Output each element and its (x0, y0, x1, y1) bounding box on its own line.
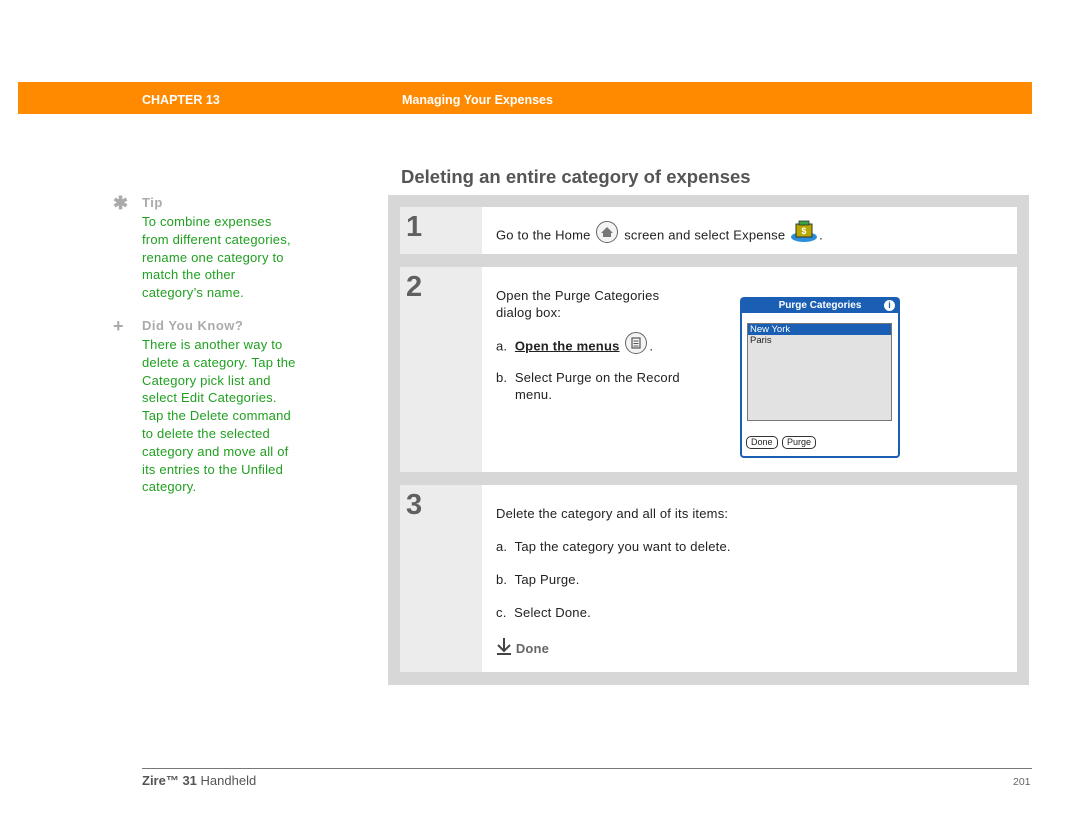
dyk-line: Category pick list and (142, 372, 271, 388)
done-label: Done (515, 640, 550, 656)
substep-c: c. Select Done. (496, 605, 591, 620)
step-number-box: 3 (400, 485, 482, 672)
home-icon (596, 221, 619, 243)
product-name: Zire™ 31 (142, 773, 197, 788)
substep-b: b. Select Purge on the Record (496, 370, 680, 385)
step-text: menu. (515, 387, 553, 402)
tip-line: category’s name. (142, 285, 244, 301)
step-number-box: 2 (400, 267, 482, 472)
did-you-know-body: There is another way to delete a categor… (113, 336, 313, 496)
substep-prefix: a. (496, 338, 508, 354)
dialog-title: Purge Categories (778, 300, 862, 311)
tip-body: To combine expenses from different categ… (113, 213, 313, 302)
step-3-content: Delete the category and all of its items… (496, 506, 996, 666)
dyk-line: category and move all of (142, 443, 289, 459)
dyk-line: its entries to the Unfiled (142, 461, 284, 477)
category-item-new-york[interactable]: New York (748, 324, 891, 335)
dyk-line: select Edit Categories. (142, 390, 277, 406)
svg-text:$: $ (802, 226, 807, 236)
step-text: dialog box: (496, 305, 562, 320)
footer-product: Zire™ 31 Handheld (142, 773, 256, 788)
substep-prefix: c. (496, 605, 507, 620)
tip-box: ✱ Tip To combine expenses from different… (113, 193, 313, 302)
dialog-title-bar: Purge Categories i (742, 299, 898, 313)
arrow-down-icon (496, 637, 512, 658)
asterisk-icon: ✱ (113, 193, 129, 213)
tip-heading: ✱ Tip (113, 193, 313, 213)
tip-line: from different categories, (142, 231, 291, 247)
dyk-line: There is another way to (142, 337, 283, 352)
step-1: 1 Go to the Home screen and select Expen… (400, 207, 1017, 254)
step-text: Delete the category and all of its items… (496, 506, 729, 521)
step-text: Select Done. (514, 605, 591, 620)
plus-icon: + (113, 316, 125, 336)
product-suffix: Handheld (196, 773, 257, 788)
substep-a: a. Tap the category you want to delete. (496, 539, 731, 554)
tip-line: match the other (142, 267, 236, 283)
step-text: Tap Purge. (514, 572, 580, 587)
tip-line: rename one category to (142, 249, 284, 265)
chapter-title: Managing Your Expenses (402, 93, 553, 107)
step-number: 3 (406, 489, 423, 521)
dyk-line: delete a category. Tap the (142, 354, 296, 370)
dyk-line: category. (142, 479, 197, 495)
page-number: 201 (1013, 776, 1031, 788)
did-you-know-heading: + Did You Know? (113, 316, 313, 336)
tip-line: To combine expenses (142, 214, 272, 229)
substep-a: a. Open the menus . (496, 332, 654, 358)
purge-categories-dialog: Purge Categories i New York Paris Done P… (740, 297, 900, 458)
category-list: New York Paris (747, 323, 892, 421)
step-number-box: 1 (400, 207, 482, 254)
category-item-paris[interactable]: Paris (748, 335, 891, 346)
substep-prefix: b. (496, 370, 508, 385)
step-text: screen and select Expense (624, 227, 786, 243)
info-icon[interactable]: i (884, 300, 895, 311)
step-2-content: Open the Purge Categories dialog box: a.… (496, 288, 716, 468)
step-text: Tap the category you want to delete. (514, 539, 731, 554)
tip-heading-text: Tip (142, 195, 163, 210)
section-title: Deleting an entire category of expenses (401, 166, 751, 187)
substep-b: b. Tap Purge. (496, 572, 580, 587)
step-number: 2 (406, 271, 423, 303)
step-number: 1 (406, 211, 423, 243)
step-text: Go to the Home (496, 227, 591, 243)
substep-prefix: a. (496, 539, 508, 554)
did-you-know-heading-text: Did You Know? (142, 318, 244, 333)
done-marker: Done (496, 637, 550, 660)
purge-button[interactable]: Purge (782, 436, 817, 449)
menu-icon (625, 332, 648, 354)
step-1-content: Go to the Home screen and select Expense… (496, 220, 823, 248)
chapter-label: CHAPTER 13 (142, 93, 220, 107)
step-text: Open the Purge Categories (496, 288, 660, 303)
substep-prefix: b. (496, 572, 508, 587)
open-menus-link[interactable]: Open the menus (515, 338, 620, 353)
did-you-know-box: + Did You Know? There is another way to … (113, 316, 313, 496)
step-text: Select Purge on the Record (514, 370, 680, 385)
step-2: 2 Open the Purge Categories dialog box: … (400, 267, 1017, 472)
done-button[interactable]: Done (746, 436, 778, 449)
step-text: . (819, 227, 823, 243)
step-text: . (649, 338, 654, 354)
expense-app-icon: $ (789, 219, 819, 243)
dyk-line: Tap the Delete command (142, 408, 291, 424)
step-3: 3 Delete the category and all of its ite… (400, 485, 1017, 672)
dyk-line: to delete the selected (142, 425, 270, 441)
footer-divider (142, 768, 1032, 769)
